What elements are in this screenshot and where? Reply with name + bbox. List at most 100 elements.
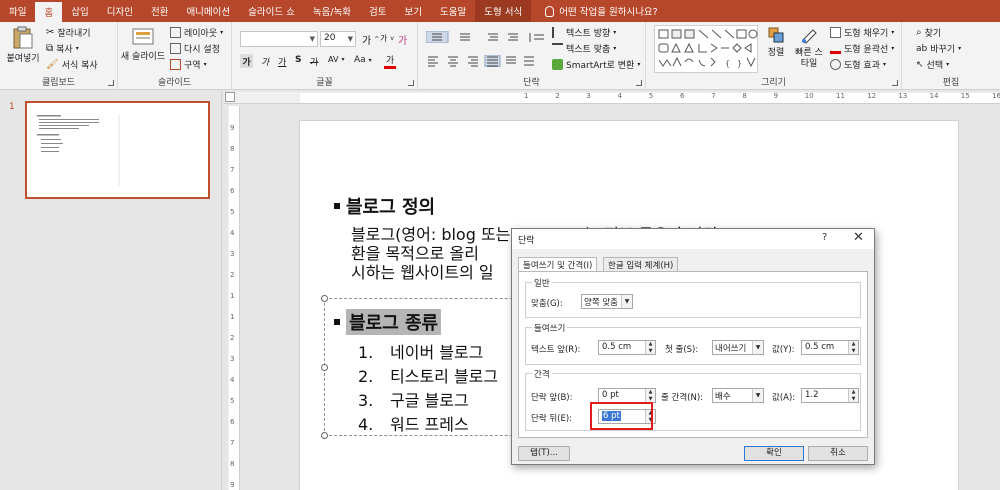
smartart-button[interactable]: SmartArt로 변환 ▾ [552,58,640,71]
quick-styles-button[interactable]: 빠른 스타일 [792,26,826,70]
shadow-button[interactable]: S [295,55,301,65]
bold-button[interactable]: 가 [240,54,253,68]
resize-handle[interactable] [321,432,328,439]
new-slide-button[interactable]: 새 슬라이드 [120,26,166,63]
alignment-select[interactable]: 양쪽 맞춤 ▼ [581,294,633,309]
tab-file[interactable]: 파일 [0,0,35,22]
strike-button[interactable]: 가 [310,55,318,68]
italic-button[interactable]: 가 [261,55,269,68]
editing-group-label: 편집 [942,78,960,88]
indentation-legend: 들여쓰기 [532,322,568,334]
shapes-gallery[interactable]: { } [654,25,758,73]
text-direction-button[interactable]: 텍스트 방향 ▾ [552,26,616,39]
ruler-tick-label: 6 [230,418,235,426]
font-launcher[interactable] [408,80,414,86]
before-text-spinner[interactable]: 0.5 cm ▲ ▼ [598,340,656,355]
shrink-font-button[interactable]: 가v [380,33,394,44]
reset-button[interactable]: 다시 설정 [170,42,220,55]
list-item: 3. 구글 블로그 [358,387,469,411]
arrange-button[interactable]: 정렬 [762,26,790,59]
tab-record[interactable]: 녹음/녹화 [304,0,360,22]
slide-heading-types[interactable]: 블로그 종류 [334,309,442,335]
dialog-title: 단락 [518,236,535,246]
grow-font-button[interactable]: 가 ^ [362,32,379,47]
cut-button[interactable]: ✂ 잘라내기 [46,26,91,39]
tab-view[interactable]: 보기 [396,0,431,22]
clipboard-launcher[interactable] [108,80,114,86]
help-button[interactable]: ? [822,232,827,243]
tab-home[interactable]: 홈 [35,2,63,22]
tab-shape-format[interactable]: 도형 서식 [475,0,532,22]
tab-design[interactable]: 디자인 [98,0,142,22]
replace-button[interactable]: ab 바꾸기 ▾ [916,42,961,56]
tab-review[interactable]: 검토 [360,0,395,22]
layout-button[interactable]: 레이아웃 ▾ [170,26,223,39]
ruler-tick-label: 5 [230,397,235,405]
svg-text:{: { [725,59,730,68]
dialog-body: 일반 맞춤(G): 양쪽 맞춤 ▼ 들여쓰기 텍스트 앞(R): 0.5 cm … [518,271,868,438]
section-button[interactable]: 구역 ▾ [170,58,207,71]
ok-button[interactable]: 확인 [744,446,804,461]
shape-fill-button[interactable]: 도형 채우기 ▾ [830,26,894,39]
shape-effects-button[interactable]: 도형 효과 ▾ [830,58,886,71]
shape-outline-button[interactable]: 도형 윤곽선 ▾ [830,42,894,55]
resize-handle[interactable] [321,364,328,371]
close-icon[interactable]: ✕ [853,230,864,245]
format-painter-button[interactable]: 🖌 서식 복사 [46,58,98,71]
drawing-launcher[interactable] [892,80,898,86]
font-size-combo[interactable]: 20 ▼ [320,31,356,47]
svg-text:}: } [737,59,742,68]
tell-me-box[interactable]: 어떤 작업을 원하시나요? [531,0,658,22]
lightbulb-icon [545,5,555,17]
cancel-button[interactable]: 취소 [808,446,868,461]
line-spacing-select[interactable]: 배수 ▼ [712,388,764,403]
clear-format-button[interactable]: 가 [398,32,407,47]
replace-icon: ab [916,43,928,54]
spacing-label: AV [328,55,339,64]
tab-transitions[interactable]: 전환 [142,0,177,22]
align-text-button[interactable]: 텍스트 맞춤 ▾ [552,42,616,55]
ruler-tick-label: 10 [804,92,814,100]
tab-slideshow[interactable]: 슬라이드 쇼 [239,0,304,22]
font-name-combo[interactable]: ▼ [240,31,318,47]
smartart-label: SmartArt로 변환 [566,61,635,71]
copy-label: 복사 [56,45,73,55]
dialog-titlebar[interactable]: 단락 ? ✕ [512,229,874,249]
special-select[interactable]: 내어쓰기 ▼ [712,340,764,355]
find-label: 찾기 [924,29,942,39]
resize-handle[interactable] [321,295,328,302]
copy-icon: ⧉ [46,43,54,54]
underline-label: 가 [278,58,287,68]
quick-styles-label: 빠른 스타일 [795,48,823,69]
ruler-tick-label: 13 [898,92,908,100]
alignment-label: 맞춤(G): [531,299,563,309]
at-value: 1.2 [805,390,819,400]
underline-button[interactable]: 가 [278,55,286,68]
ruler-tick-label: 8 [230,145,235,153]
clipboard-group-label: 클립보드 [41,78,76,88]
tab-indents-spacing[interactable]: 들여쓰기 및 간격(I) [518,257,598,271]
ruler-tick-label: 8 [230,460,235,468]
slide-thumbnail[interactable] [25,101,210,199]
font-color-button[interactable]: 가 [384,53,396,69]
tab-stop-selector[interactable] [225,92,235,102]
slide-heading-definition[interactable]: 블로그 정의 [334,193,435,219]
ruler-tick-label: 6 [230,187,235,195]
select-button[interactable]: ↖ 선택 ▾ [916,58,949,72]
paragraph-launcher[interactable] [636,80,642,86]
change-case-button[interactable]: Aa ▾ [354,55,372,65]
at-spinner[interactable]: 1.2 ▲ ▼ [801,388,859,403]
ruler-tick-label: 4 [230,376,235,384]
chevron-down-icon: ▼ [752,389,763,402]
copy-button[interactable]: ⧉ 복사 ▾ [46,42,79,55]
spacing-before-spinner[interactable]: 0 pt ▲ ▼ [598,388,656,403]
by-spinner[interactable]: 0.5 cm ▲ ▼ [801,340,859,355]
paste-button[interactable]: 붙여넣기 [6,26,40,65]
tab-help[interactable]: 도움말 [431,0,475,22]
tab-asian-typography[interactable]: 한글 입력 체계(H) [603,257,679,271]
tab-animations[interactable]: 애니메이션 [177,0,239,22]
tab-insert[interactable]: 삽입 [62,0,97,22]
tabs-button[interactable]: 탭(T)... [518,446,570,461]
find-button[interactable]: ⌕ 찾기 [916,26,941,39]
spacing-button[interactable]: AV ▾ [328,55,344,64]
